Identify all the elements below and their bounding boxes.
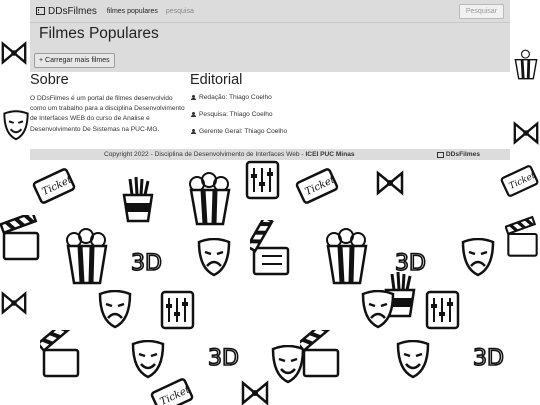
popcorn-doodle bbox=[326, 228, 368, 285]
about-column: Sobre O DDsFilmes é um portal de filmes … bbox=[30, 72, 185, 135]
clapperboard-doodle bbox=[40, 330, 80, 378]
mask-doodle bbox=[3, 110, 29, 141]
footer-brand-label: DDsFilmes bbox=[445, 151, 480, 158]
clapperboard-doodle bbox=[300, 330, 340, 378]
brand-label: DDsFilmes bbox=[48, 5, 97, 17]
editorial-item: Redação: Thiago Coelho bbox=[190, 92, 350, 103]
mask-doodle bbox=[98, 290, 132, 329]
svg-text:3D: 3D bbox=[473, 346, 504, 371]
user-icon bbox=[190, 111, 196, 118]
popcorn-doodle bbox=[514, 49, 538, 80]
film-icon bbox=[436, 151, 444, 158]
institution-label: ICEI PUC Minas bbox=[305, 151, 355, 158]
page-header: Filmes Populares + Carregar mais filmes bbox=[30, 23, 510, 72]
mask-doodle bbox=[361, 290, 395, 329]
editorial-item-label: Gerente Geral: Thiago Coelho bbox=[199, 128, 288, 135]
copyright-text: Copyright 2022 - Disciplina de Desenvolv… bbox=[104, 151, 355, 158]
editorial-item: Pesquisa: Thiago Coelho bbox=[190, 109, 350, 120]
bow-doodle bbox=[376, 170, 404, 196]
popcorn-doodle bbox=[66, 228, 108, 285]
editorial-item: Gerente Geral: Thiago Coelho bbox=[190, 126, 350, 137]
sliders-doodle bbox=[160, 290, 195, 330]
svg-text:3D: 3D bbox=[131, 251, 162, 276]
film-icon bbox=[36, 7, 45, 15]
editorial-item-label: Pesquisa: Thiago Coelho bbox=[199, 111, 273, 118]
nav-link-search[interactable]: pesquisa bbox=[166, 8, 194, 15]
bow-doodle bbox=[241, 380, 269, 405]
bow-doodle bbox=[1, 291, 27, 315]
ticket-doodle: Ticket bbox=[32, 168, 76, 204]
mask-doodle bbox=[197, 238, 231, 277]
top-navbar: DDsFilmes filmes populares pesquisa Pesq… bbox=[30, 0, 510, 23]
3d-doodle: 3D bbox=[394, 250, 427, 277]
fries-doodle bbox=[122, 176, 154, 223]
page-title: Filmes Populares bbox=[39, 25, 159, 42]
copyright-label: Copyright 2022 - Disciplina de Desenvolv… bbox=[104, 151, 306, 158]
svg-text:3D: 3D bbox=[395, 251, 426, 276]
mask-doodle bbox=[131, 340, 165, 379]
footer-brand[interactable]: DDsFilmes bbox=[436, 151, 480, 158]
mask-doodle bbox=[396, 340, 430, 379]
ticket-doodle: Ticket bbox=[500, 165, 539, 197]
3d-doodle: 3D bbox=[207, 345, 240, 372]
bow-doodle bbox=[1, 41, 27, 65]
clapperboard-doodle bbox=[0, 215, 40, 261]
clapperboard-doodle bbox=[250, 220, 290, 276]
editorial-column: Editorial Redação: Thiago Coelho Pesquis… bbox=[190, 72, 350, 137]
about-heading: Sobre bbox=[30, 72, 69, 88]
mask-doodle bbox=[461, 238, 495, 277]
load-more-button[interactable]: + Carregar mais filmes bbox=[34, 53, 115, 68]
page-footer: Copyright 2022 - Disciplina de Desenvolv… bbox=[30, 149, 510, 160]
nav-link-popular[interactable]: filmes populares bbox=[107, 8, 158, 15]
bow-doodle bbox=[513, 121, 539, 145]
ticket-doodle: Ticket bbox=[295, 168, 339, 204]
sliders-doodle bbox=[425, 290, 460, 330]
sliders-doodle bbox=[245, 160, 280, 200]
3d-doodle: 3D bbox=[472, 345, 505, 372]
search-button[interactable]: Pesquisar bbox=[458, 3, 504, 19]
info-section: Sobre O DDsFilmes é um portal de filmes … bbox=[30, 72, 510, 149]
editorial-item-label: Redação: Thiago Coelho bbox=[199, 94, 272, 101]
svg-text:3D: 3D bbox=[208, 346, 239, 371]
brand-link[interactable]: DDsFilmes bbox=[36, 6, 97, 17]
3d-doodle: 3D bbox=[130, 250, 163, 277]
user-icon bbox=[190, 94, 196, 101]
popcorn-doodle bbox=[189, 172, 231, 226]
about-text: O DDsFilmes é um portal de filmes desenv… bbox=[30, 95, 185, 133]
user-icon bbox=[190, 128, 196, 135]
editorial-heading: Editorial bbox=[190, 72, 243, 88]
clapperboard-doodle bbox=[505, 215, 538, 257]
